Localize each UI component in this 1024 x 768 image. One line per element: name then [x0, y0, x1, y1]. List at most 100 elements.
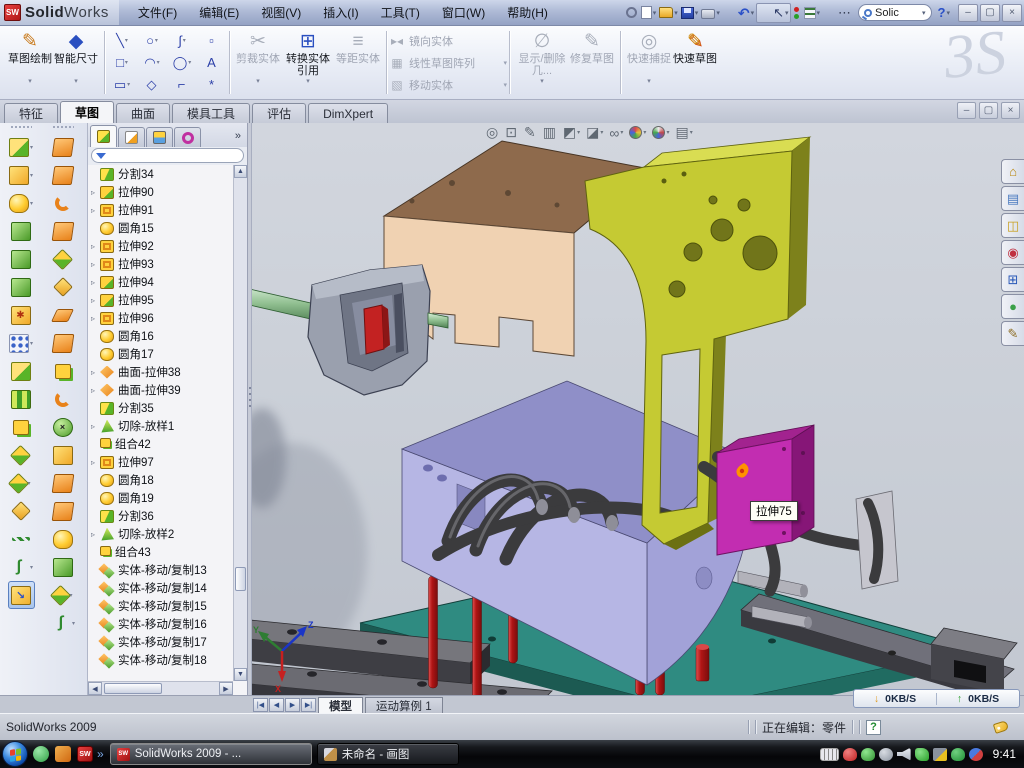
document-window-button[interactable]: × [1001, 102, 1020, 119]
tree-item[interactable]: ▹ 切除-放样1 [88, 417, 233, 435]
feature-tool-button[interactable] [11, 357, 32, 385]
task-pane-tab[interactable]: ● [1001, 294, 1024, 319]
tray-icon[interactable] [879, 748, 893, 761]
tree-item[interactable]: ▹ 组合42 [88, 435, 233, 453]
tree-overflow-chevron[interactable]: » [235, 130, 241, 142]
display-delete-relations-button[interactable]: ∅ 显示/删除几... ▾ [515, 28, 569, 97]
tree-vertical-scrollbar[interactable]: ▲ ▼ [233, 165, 247, 681]
feature-tool-button[interactable]: ▾ [9, 161, 33, 189]
expander-icon[interactable]: ▹ [91, 368, 100, 377]
sketch-entity-button[interactable]: ▫ [197, 30, 227, 52]
tree-item[interactable]: ▹ 实体-移动/复制18 [88, 651, 233, 669]
feature-tool-button[interactable] [53, 441, 74, 469]
trim-entities-button[interactable]: ✂ 剪裁实体 ▾ [235, 28, 281, 97]
ribbon-tab[interactable]: DimXpert [308, 103, 388, 123]
tree-item[interactable]: ▹ 切除-放样2 [88, 525, 233, 543]
feature-tool-button[interactable]: ▾ [9, 329, 33, 357]
view-tool-button[interactable]: ▾ [629, 126, 646, 139]
feature-tool-button[interactable] [53, 553, 74, 581]
exploded-mold-assembly[interactable]: Y Z X [252, 123, 1024, 695]
move-entities-button[interactable]: ▧ 移动实体 ▾ [389, 75, 507, 95]
tab-nav-button[interactable]: ▶| [301, 698, 316, 712]
mirror-entities-button[interactable]: ▸◂ 镜向实体 [389, 31, 507, 51]
feature-tool-button[interactable] [12, 525, 31, 553]
taskbar-window-button[interactable]: 未命名 - 画图 [317, 743, 459, 765]
tree-item[interactable]: ▹ 分割34 [88, 165, 233, 183]
feature-tool-button[interactable] [11, 273, 32, 301]
tab-nav-button[interactable]: |◀ [253, 698, 268, 712]
feature-tool-button[interactable] [55, 385, 72, 413]
sketch-entity-button[interactable]: ╲▾ [107, 30, 137, 52]
tray-icon[interactable] [933, 748, 947, 761]
document-window-button[interactable]: ▢ [979, 102, 998, 119]
feature-tool-button[interactable]: × [53, 413, 74, 441]
tab-property-manager[interactable] [118, 127, 145, 147]
expander-icon[interactable]: ▹ [91, 314, 100, 323]
window-control-button[interactable]: × [1002, 4, 1022, 22]
study-tab[interactable]: 模型 [318, 697, 363, 713]
menu-item[interactable]: 工具(T) [370, 4, 431, 21]
taskbar-window-button[interactable]: SW SolidWorks 2009 - ... [110, 743, 312, 765]
scroll-right-icon[interactable]: ▶ [219, 682, 233, 695]
expander-icon[interactable]: ▹ [91, 188, 100, 197]
feature-tool-button[interactable] [55, 357, 72, 385]
quick-tips-button[interactable]: ? [866, 720, 881, 735]
feature-tool-button[interactable]: ▾ [9, 133, 33, 161]
ejector-pin[interactable] [696, 644, 709, 681]
smart-dimension-button[interactable]: ◆ 智能尺寸 ▾ [53, 28, 99, 97]
ribbon-tab[interactable]: 特征 [4, 103, 58, 123]
tree-item[interactable]: ▹ 实体-移动/复制15 [88, 597, 233, 615]
sketch-entity-button[interactable]: □▾ [107, 52, 137, 74]
feature-tool-button[interactable] [53, 525, 74, 553]
tree-item[interactable]: ▹ 拉伸90 [88, 183, 233, 201]
sketch-entity-button[interactable]: ▭▾ [107, 74, 137, 96]
ribbon-tab[interactable]: 模具工具 [172, 103, 250, 123]
feature-tool-button[interactable]: ▾ [9, 189, 33, 217]
feature-tool-button[interactable] [53, 161, 74, 189]
ribbon-tab[interactable]: 曲面 [116, 103, 170, 123]
tray-icon[interactable] [951, 748, 965, 761]
quick-snaps-button[interactable]: ◎ 快速捕捉 ▾ [626, 28, 672, 97]
expander-icon[interactable]: ▹ [91, 530, 100, 539]
expander-icon[interactable]: ▹ [91, 206, 100, 215]
toolbar-icon[interactable]: ▾ [803, 3, 822, 23]
view-tool-button[interactable]: ◩▾ [563, 124, 580, 141]
quick-launch-icon[interactable] [55, 746, 71, 762]
ribbon-tab[interactable]: 评估 [252, 103, 306, 123]
tree-item[interactable]: ▹ 拉伸97 [88, 453, 233, 471]
scroll-thumb[interactable] [104, 683, 162, 694]
feature-tool-button[interactable]: ↘ [8, 581, 35, 609]
feature-tool-button[interactable]: ▾ [11, 469, 30, 497]
tree-item[interactable]: ▹ 拉伸95 [88, 291, 233, 309]
start-button[interactable] [2, 741, 28, 767]
tray-icon[interactable] [897, 748, 911, 761]
tree-item[interactable]: ▹ 分割35 [88, 399, 233, 417]
toolbar-icon[interactable]: ▾ [658, 3, 679, 23]
scroll-up-icon[interactable]: ▲ [234, 165, 247, 178]
feature-tool-button[interactable] [13, 413, 30, 441]
feature-tool-button[interactable] [53, 217, 74, 245]
menu-item[interactable]: 文件(F) [127, 4, 188, 21]
scroll-left-icon[interactable]: ◀ [88, 682, 102, 695]
task-pane-tab[interactable]: ⊞ [1001, 267, 1024, 292]
sketch-entity-button[interactable]: A [197, 52, 227, 74]
expander-icon[interactable]: ▹ [91, 260, 100, 269]
tab-configuration-manager[interactable] [146, 127, 173, 147]
tab-nav-button[interactable]: ▶ [285, 698, 300, 712]
tree-item[interactable]: ▹ 圆角18 [88, 471, 233, 489]
sketch-entity-button[interactable]: ○▾ [137, 30, 167, 52]
feature-tool-button[interactable] [55, 189, 72, 217]
feature-tool-button[interactable] [55, 245, 71, 273]
tree-item[interactable]: ▹ 拉伸92 [88, 237, 233, 255]
sketch-button[interactable]: ✎ 草图绘制 ▾ [7, 28, 53, 97]
tree-item[interactable]: ▹ 圆角16 [88, 327, 233, 345]
rapid-sketch-button[interactable]: ✎ 快速草图 [672, 28, 718, 97]
tree-item[interactable]: ▹ 拉伸94 [88, 273, 233, 291]
view-tool-button[interactable]: ▥ [543, 124, 557, 141]
tree-item[interactable]: ▹ 实体-移动/复制16 [88, 615, 233, 633]
menu-item[interactable]: 视图(V) [250, 4, 312, 21]
task-pane-tab[interactable]: ◉ [1001, 240, 1024, 265]
tree-horizontal-scrollbar[interactable]: ◀ ▶ [88, 681, 233, 695]
side-block[interactable] [717, 425, 814, 555]
toolbar-icon[interactable]: ▾ [700, 3, 721, 23]
